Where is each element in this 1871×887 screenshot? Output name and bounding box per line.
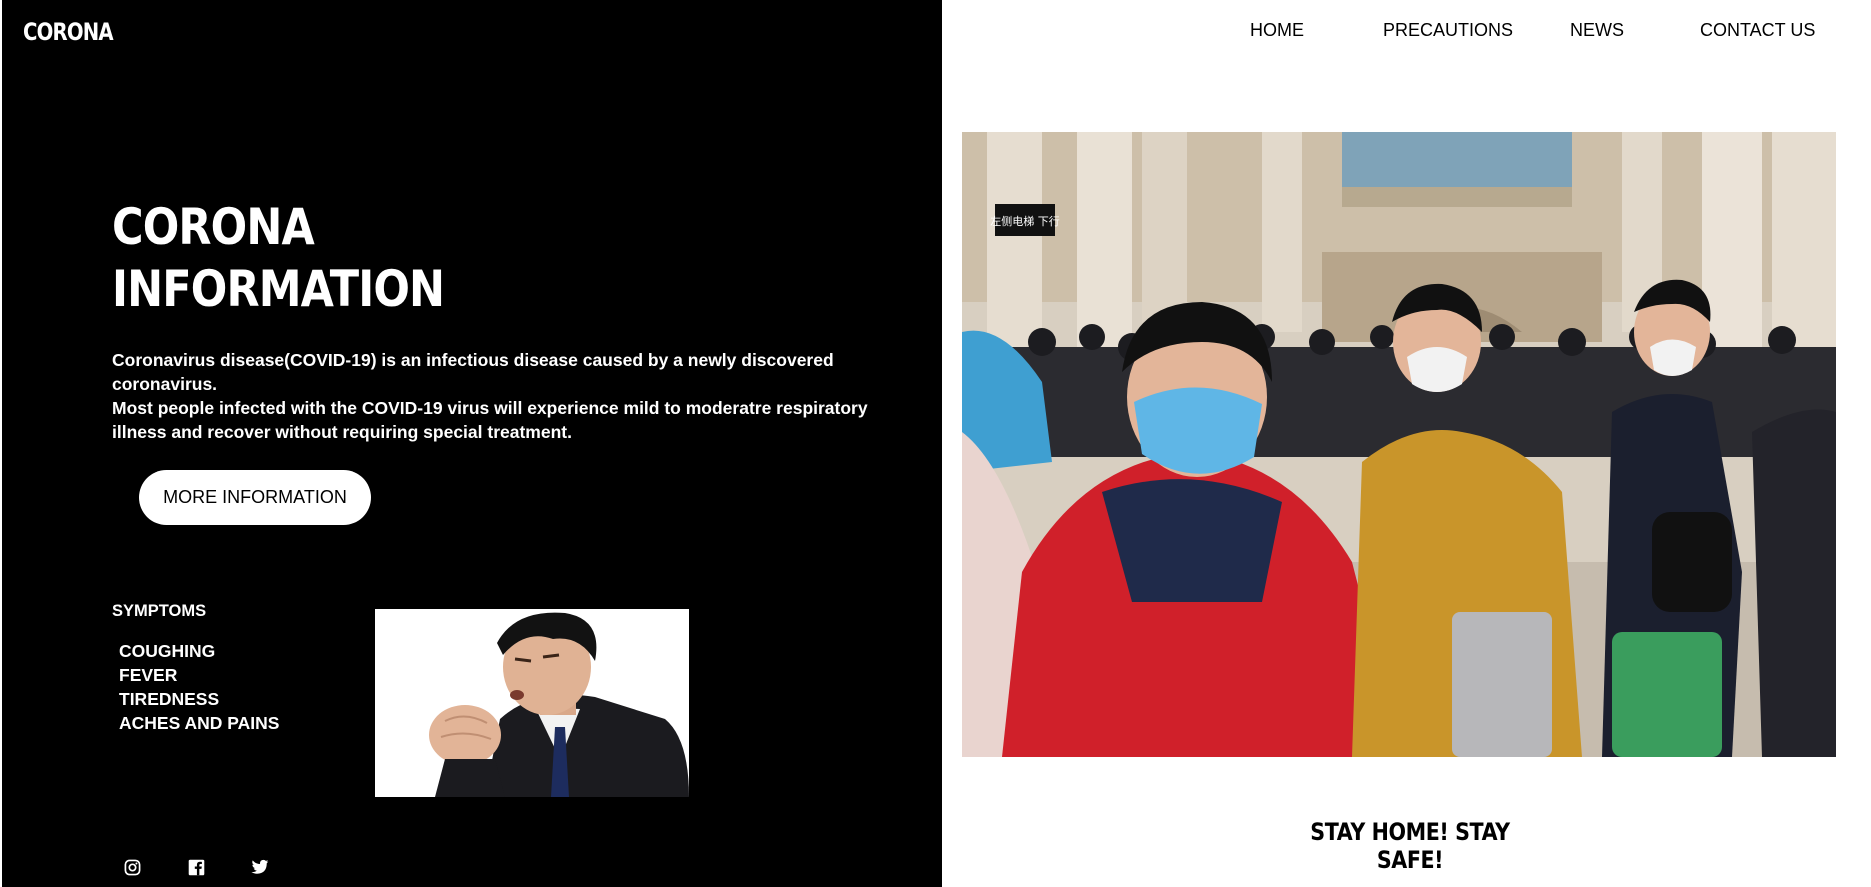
coughing-man-illustration	[375, 609, 689, 797]
hero-description-line-1: Coronavirus disease(COVID-19) is an infe…	[112, 350, 834, 394]
left-panel: CORONA CORONA INFORMATION Coronavirus di…	[2, 0, 942, 887]
twitter-icon[interactable]	[250, 857, 270, 877]
hero-description: Coronavirus disease(COVID-19) is an infe…	[112, 348, 942, 444]
symptom-item: COUGHING	[119, 641, 216, 661]
hero-description-line-3: illness and recover without requiring sp…	[112, 422, 572, 442]
nav-contact-us[interactable]: CONTACT US	[1700, 20, 1815, 41]
hero-title-line-1: CORONA	[112, 198, 315, 256]
site-logo[interactable]: CORONA	[23, 18, 114, 46]
hero-title: CORONA INFORMATION	[112, 196, 445, 320]
nav-news[interactable]: NEWS	[1570, 20, 1624, 41]
stay-safe-tagline: STAY HOME! STAY SAFE!	[1310, 818, 1510, 874]
symptom-item: TIREDNESS	[119, 689, 220, 709]
crowd-photo: 左侧电梯 下行	[962, 132, 1836, 757]
social-links	[122, 857, 270, 877]
nav-home[interactable]: HOME	[1250, 20, 1304, 41]
symptoms-list: COUGHING FEVER TIREDNESS ACHES AND PAINS	[119, 639, 279, 735]
facebook-icon[interactable]	[186, 857, 206, 877]
symptom-item: ACHES AND PAINS	[119, 713, 280, 733]
nav-precautions[interactable]: PRECAUTIONS	[1383, 20, 1513, 41]
hero-description-line-2: Most people infected with the COVID-19 v…	[112, 398, 868, 418]
masked-crowd-station-illustration: 左侧电梯 下行	[962, 132, 1836, 757]
hero-title-line-2: INFORMATION	[112, 260, 445, 318]
main-nav: HOME PRECAUTIONS NEWS CONTACT US	[1220, 20, 1850, 50]
symptoms-heading: SYMPTOMS	[112, 602, 207, 620]
more-information-button[interactable]: MORE INFORMATION	[139, 470, 371, 525]
station-sign-text: 左侧电梯 下行	[990, 215, 1060, 228]
symptom-item: FEVER	[119, 665, 178, 685]
coughing-man-image	[375, 609, 689, 797]
instagram-icon[interactable]	[122, 857, 142, 877]
